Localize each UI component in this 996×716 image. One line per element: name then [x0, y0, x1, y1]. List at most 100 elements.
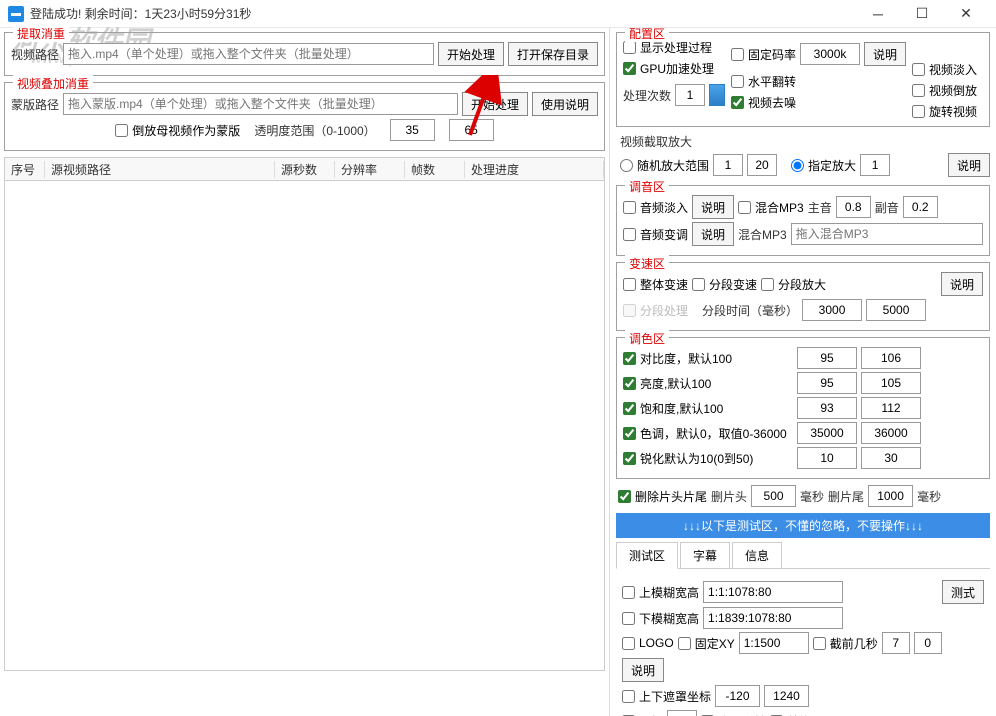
usage-help-button[interactable]: 使用说明: [532, 92, 598, 116]
config-section: 配置区 显示处理过程 GPU加速处理 处理次数 1 固定码率 说明 水平翻转 视…: [616, 32, 990, 127]
cut-v1[interactable]: [882, 632, 910, 654]
logo-checkbox[interactable]: LOGO: [622, 636, 674, 650]
trim-tail-input[interactable]: [868, 485, 913, 507]
fixed-rate-checkbox[interactable]: 固定码率: [731, 46, 796, 63]
section-title: 视频叠加消重: [13, 75, 93, 92]
mask-v1[interactable]: [715, 685, 760, 707]
saturation-checkbox[interactable]: 饱和度,默认100: [623, 400, 793, 417]
titlebar: ▬ 登陆成功! 剩余时间：1天23小时59分31秒 ─ ☐ ✕: [0, 0, 996, 28]
test-button[interactable]: 测式: [942, 580, 984, 604]
segment-zoom-checkbox[interactable]: 分段放大: [761, 276, 826, 293]
cut-front-checkbox[interactable]: 截前几秒: [813, 635, 878, 652]
saturation-v2[interactable]: [861, 397, 921, 419]
brightness-v2[interactable]: [861, 372, 921, 394]
down-blur-input[interactable]: [703, 607, 843, 629]
up-blur-input[interactable]: [703, 581, 843, 603]
trim-checkbox[interactable]: 删除片头片尾: [618, 488, 707, 505]
explain-button[interactable]: 说明: [692, 195, 734, 219]
hue-v1[interactable]: [797, 422, 857, 444]
mask-path-input[interactable]: [63, 93, 458, 115]
section-title: 调色区: [625, 330, 669, 347]
explain-button[interactable]: 说明: [692, 222, 734, 246]
opacity-min-input[interactable]: [390, 119, 435, 141]
fixed-xy-checkbox[interactable]: 固定XY: [678, 635, 735, 652]
trim-tail-label: 删片尾: [828, 488, 864, 505]
video-path-label: 视频路径: [11, 46, 59, 63]
rotate-video-checkbox[interactable]: 旋转视频: [912, 103, 977, 120]
explain-button[interactable]: 说明: [864, 42, 906, 66]
fixed-rate-input[interactable]: [800, 43, 860, 65]
tab-row: 测试区 字幕 信息: [616, 542, 990, 569]
random-zoom-radio[interactable]: 随机放大范围: [620, 157, 709, 174]
mix-mp3-checkbox[interactable]: 混合MP3: [738, 199, 804, 216]
section-title: 调音区: [625, 178, 669, 195]
border-input[interactable]: [667, 710, 697, 716]
brightness-v1[interactable]: [797, 372, 857, 394]
hue-checkbox[interactable]: 色调，默认0，取值0-36000: [623, 425, 793, 442]
sharpen-v1[interactable]: [797, 447, 857, 469]
mask-v2[interactable]: [764, 685, 809, 707]
fixed-zoom-val[interactable]: [860, 154, 890, 176]
main-audio-label: 主音: [808, 199, 832, 216]
audio-fadein-checkbox[interactable]: 音频淡入: [623, 199, 688, 216]
mix-mp3-input[interactable]: [791, 223, 983, 245]
segment-speed-checkbox[interactable]: 分段变速: [692, 276, 757, 293]
video-path-input[interactable]: [63, 43, 434, 65]
audio-shift-checkbox[interactable]: 音频变调: [623, 226, 688, 243]
bottom-flip-checkbox[interactable]: 底图反转: [701, 713, 766, 716]
sharpen-v2[interactable]: [861, 447, 921, 469]
section-title: 提取消重: [13, 25, 69, 42]
table-body[interactable]: [4, 181, 605, 671]
random-zoom-min[interactable]: [713, 154, 743, 176]
denoise-checkbox[interactable]: 视频去噪: [731, 94, 906, 111]
overall-speed-checkbox[interactable]: 整体变速: [623, 276, 688, 293]
trim-head-label: 删片头: [711, 488, 747, 505]
col-seconds: 源秒数: [275, 161, 335, 178]
cut-v2[interactable]: [914, 632, 942, 654]
main-audio-input[interactable]: [836, 196, 871, 218]
fixed-xy-input[interactable]: [739, 632, 809, 654]
overlay-start-button[interactable]: 开始处理: [462, 92, 528, 116]
up-blur-checkbox[interactable]: 上模糊宽高: [622, 584, 699, 601]
mask-coord-checkbox[interactable]: 上下遮罩坐标: [622, 688, 711, 705]
saturation-v1[interactable]: [797, 397, 857, 419]
tab-test[interactable]: 测试区: [616, 542, 678, 569]
down-blur-checkbox[interactable]: 下模糊宽高: [622, 610, 699, 627]
col-path: 源视频路径: [45, 161, 275, 178]
minimize-button[interactable]: ─: [856, 0, 900, 28]
tab-info[interactable]: 信息: [732, 542, 782, 568]
random-zoom-max[interactable]: [747, 154, 777, 176]
sub-audio-input[interactable]: [903, 196, 938, 218]
invert-mask-checkbox[interactable]: 倒放母视频作为蒙版: [115, 122, 240, 139]
open-save-dir-button[interactable]: 打开保存目录: [508, 42, 598, 66]
explain-button[interactable]: 说明: [622, 658, 664, 682]
contrast-checkbox[interactable]: 对比度，默认100: [623, 350, 793, 367]
sharpen-checkbox[interactable]: 锐化默认为10(0到50): [623, 450, 793, 467]
video-reverse-checkbox[interactable]: 视频倒放: [912, 82, 977, 99]
fixed-zoom-radio[interactable]: 指定放大: [791, 157, 856, 174]
trim-head-input[interactable]: [751, 485, 796, 507]
replace-mp3-checkbox[interactable]: 替换MP3: [770, 713, 836, 716]
contrast-v1[interactable]: [797, 347, 857, 369]
hflip-checkbox[interactable]: 水平翻转: [731, 73, 906, 90]
contrast-v2[interactable]: [861, 347, 921, 369]
process-count-spinner[interactable]: [709, 84, 725, 106]
segment-time1-input[interactable]: [802, 299, 862, 321]
mix-mp3-label: 混合MP3: [738, 226, 787, 243]
opacity-max-input[interactable]: [449, 119, 494, 141]
gpu-accel-checkbox[interactable]: GPU加速处理: [623, 60, 725, 77]
start-process-button[interactable]: 开始处理: [438, 42, 504, 66]
segment-time2-input[interactable]: [866, 299, 926, 321]
explain-button[interactable]: 说明: [941, 272, 983, 296]
explain-button[interactable]: 说明: [948, 153, 990, 177]
hue-v2[interactable]: [861, 422, 921, 444]
video-fadein-checkbox[interactable]: 视频淡入: [912, 61, 977, 78]
close-button[interactable]: ✕: [944, 0, 988, 28]
tab-subtitle[interactable]: 字幕: [680, 542, 730, 568]
section-title: 配置区: [625, 28, 669, 42]
brightness-checkbox[interactable]: 亮度,默认100: [623, 375, 793, 392]
segment-time-label: 分段时间（毫秒）: [702, 302, 798, 319]
border-checkbox[interactable]: 边框: [622, 713, 663, 716]
maximize-button[interactable]: ☐: [900, 0, 944, 28]
color-section: 调色区 对比度，默认100 亮度,默认100 饱和度,默认100 色调，默认0，…: [616, 337, 990, 479]
